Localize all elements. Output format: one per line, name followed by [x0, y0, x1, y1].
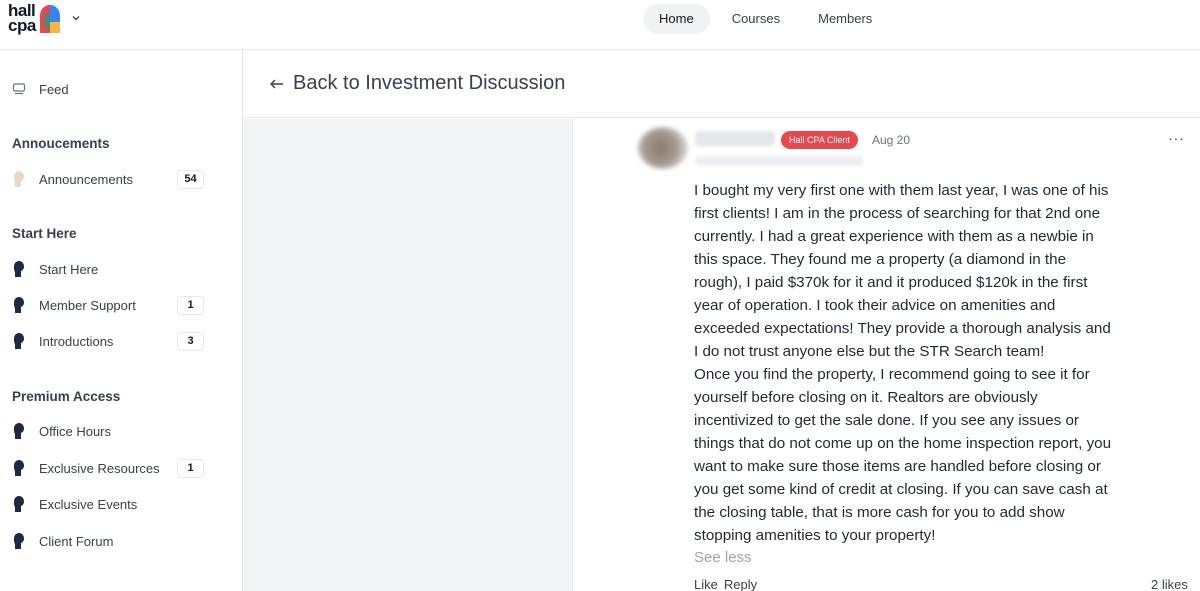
feed-icon: [12, 80, 26, 98]
person-tan-icon: [12, 170, 26, 188]
sidebar-item-exclusive-resources[interactable]: Exclusive Resources 1: [12, 457, 232, 479]
sidebar-item-exclusive-events[interactable]: Exclusive Events: [12, 493, 232, 515]
person-navy-icon: [12, 296, 26, 314]
nav-members[interactable]: Members: [802, 4, 888, 34]
person-navy-icon: [12, 459, 26, 477]
person-navy-icon: [12, 260, 26, 278]
back-link[interactable]: Back to Investment Discussion: [293, 72, 565, 95]
logo-line-2: cpa: [8, 16, 36, 35]
sidebar-item-office-hours[interactable]: Office Hours: [12, 420, 232, 442]
sidebar-item-label: Feed: [39, 81, 69, 97]
sidebar-item-start-here[interactable]: Start Here: [12, 258, 232, 280]
logo-text: hall cpa: [8, 2, 36, 35]
post-date: Aug 20: [872, 133, 911, 147]
nav-home[interactable]: Home: [643, 4, 710, 34]
sidebar-item-label: Exclusive Events: [39, 496, 138, 512]
count-badge: 54: [177, 169, 204, 189]
sidebar-item-member-support[interactable]: Member Support 1: [12, 294, 232, 316]
person-navy-icon: [12, 532, 26, 550]
sidebar-item-label: Office Hours: [39, 423, 112, 439]
sidebar: Feed Annoucements Announcements 54 Start…: [0, 50, 243, 591]
sidebar-item-announcements[interactable]: Announcements 54: [12, 168, 232, 190]
status-badge: Hall CPA Client: [781, 131, 858, 149]
count-badge: 3: [177, 331, 204, 351]
sidebar-item-label: Start Here: [39, 261, 99, 277]
hall-cpa-logo[interactable]: hall cpa: [8, 2, 62, 37]
sidebar-item-label: Exclusive Resources: [39, 460, 160, 476]
section-heading-announcements: Annoucements: [12, 136, 110, 151]
author-name-redacted: [695, 131, 775, 146]
reply-button[interactable]: Reply: [724, 577, 757, 591]
person-navy-icon: [12, 332, 26, 350]
more-options-icon[interactable]: ···: [1168, 130, 1185, 146]
left-pane: [243, 119, 573, 591]
top-nav: Home Courses Members: [643, 4, 888, 34]
sidebar-item-client-forum[interactable]: Client Forum: [12, 530, 232, 552]
like-button[interactable]: Like: [694, 577, 718, 591]
person-navy-icon: [12, 495, 26, 513]
sidebar-item-label: Member Support: [39, 297, 136, 313]
nav-courses[interactable]: Courses: [716, 4, 796, 34]
sidebar-item-label: Introductions: [39, 333, 114, 349]
sidebar-item-label: Announcements: [39, 171, 133, 187]
top-bar: hall cpa Home Courses Members: [0, 0, 1200, 50]
section-heading-premium-access: Premium Access: [12, 389, 121, 404]
see-less-link[interactable]: See less: [694, 549, 752, 566]
arrow-left-icon[interactable]: [269, 76, 285, 92]
sidebar-item-feed[interactable]: Feed: [12, 78, 232, 100]
post-card: Hall CPA Client Aug 20 ··· I bought my v…: [574, 119, 1200, 591]
post-actions: Like Reply: [694, 577, 757, 591]
post-body: I bought my very first one with them las…: [694, 182, 1112, 544]
person-navy-icon: [12, 422, 26, 440]
sidebar-item-introductions[interactable]: Introductions 3: [12, 330, 232, 352]
count-badge: 1: [177, 295, 204, 315]
author-subtitle-redacted: [695, 156, 863, 166]
section-heading-start-here: Start Here: [12, 226, 77, 241]
avatar[interactable]: [638, 127, 688, 169]
likes-count[interactable]: 2 likes: [1151, 577, 1188, 591]
sidebar-item-label: Client Forum: [39, 533, 114, 549]
chevron-down-icon[interactable]: [70, 12, 82, 24]
count-badge: 1: [177, 458, 204, 478]
logo-mark-icon: [40, 5, 60, 33]
page-header: Back to Investment Discussion: [243, 50, 1200, 118]
